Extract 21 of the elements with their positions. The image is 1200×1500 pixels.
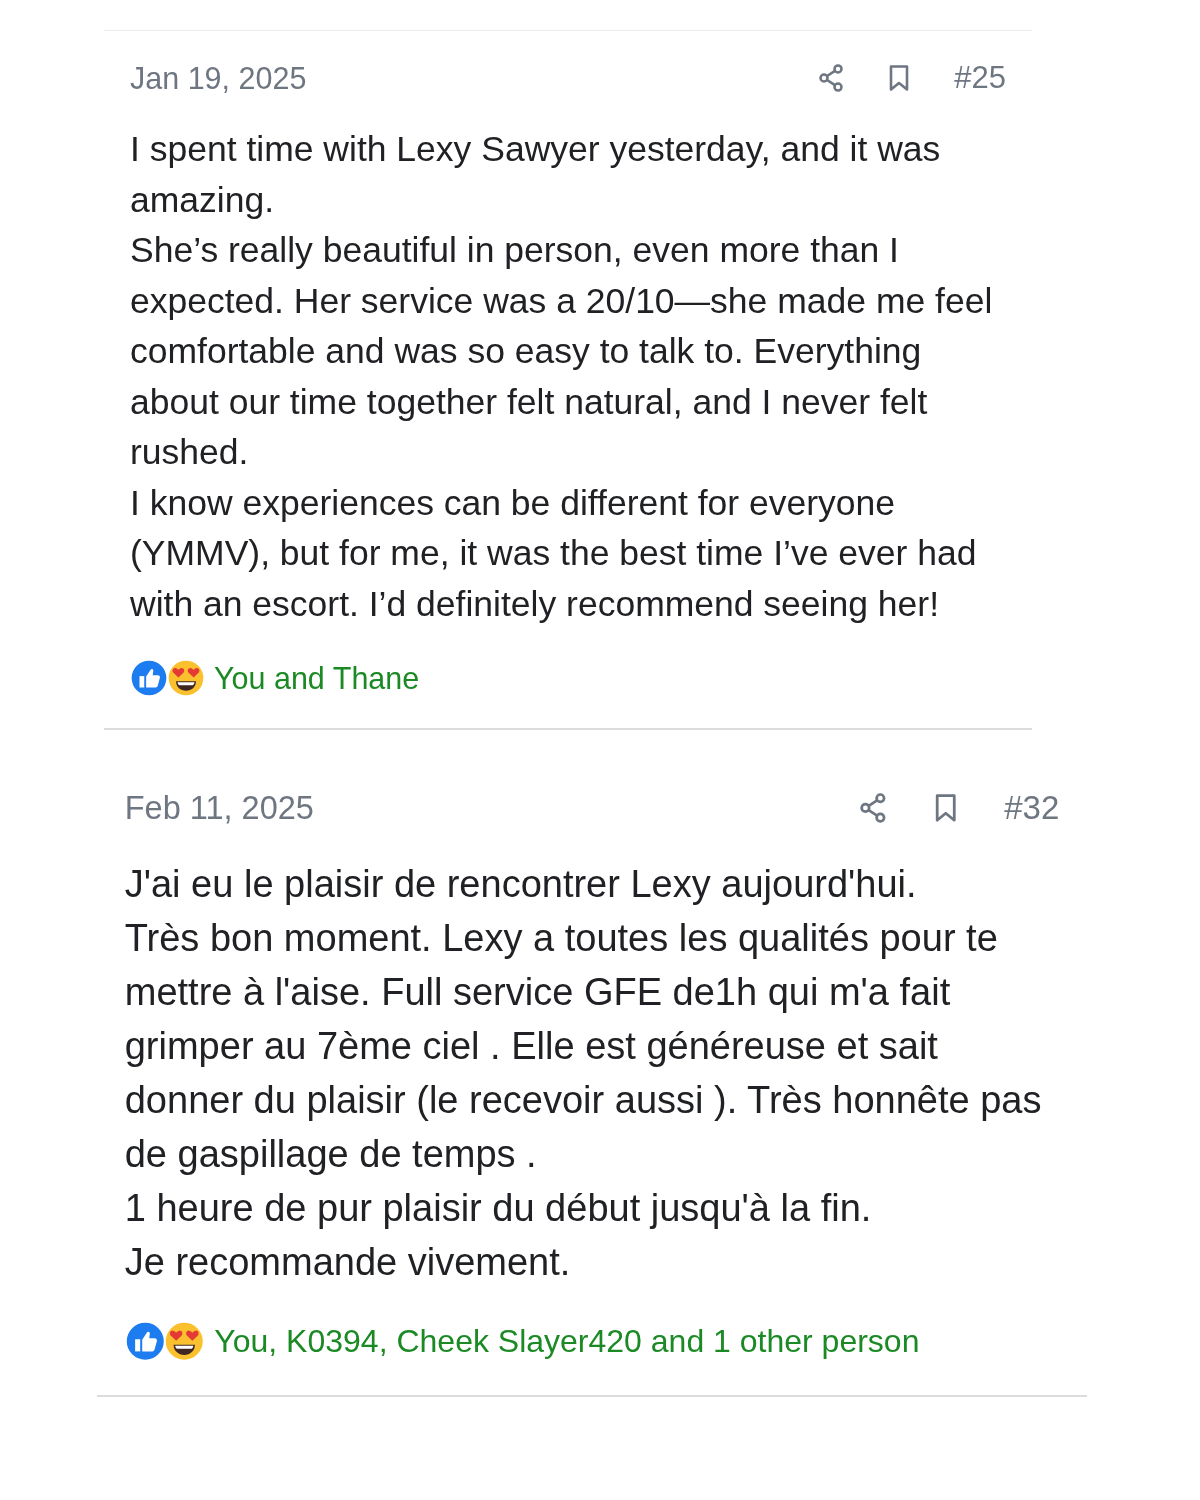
post-date[interactable]: Jan 19, 2025 (130, 59, 307, 97)
post-paragraph: Très bon moment. Lexy a toutes les qualités pour te mettre à l'aise. Full service GFE de1h qui m'a fait grimper au 7ème ciel . Elle est généreuse et sait donner du plaisir (le recevoir aussi ). Très honnête pas de gaspillage de temps . (124, 916, 1043, 1178)
post-date[interactable]: Feb 11, 2025 (124, 788, 314, 828)
heart-eyes-emoji-icon (167, 659, 205, 697)
post-paragraph: I know experiences can be different for everyone (YMMV), but for me, it was the best time I’ve ever had with an escort. I’d definitely recommend seeing her! (130, 481, 978, 626)
thumbs-up-reaction-icon (130, 659, 168, 697)
heart-eyes-emoji-icon (164, 1321, 205, 1362)
thumbs-up-reaction-icon (124, 1321, 166, 1362)
post-paragraph: Je recommande vivement. (124, 1240, 572, 1286)
reactions-link[interactable]: You and Thane (214, 659, 420, 697)
post-paragraph: I spent time with Lexy Sawyer yesterday, and it was amazing. (130, 128, 942, 222)
post-paragraph: 1 heure de pur plaisir du début jusqu'à la fin. (124, 1186, 873, 1232)
bookmark-icon[interactable] (888, 64, 911, 92)
share-icon[interactable] (859, 793, 887, 824)
post-number[interactable]: #25 (954, 59, 1006, 97)
share-icon[interactable] (818, 64, 845, 92)
post-paragraph: J'ai eu le plaisir de rencontrer Lexy aujourd'hui. (124, 862, 918, 908)
post-number[interactable]: #32 (1004, 788, 1060, 828)
reactions-link[interactable]: You, K0394, Cheek Slayer420 and 1 other person (214, 1322, 920, 1361)
bookmark-icon[interactable] (933, 793, 958, 824)
post-paragraph: She’s really beautiful in person, even more than I expected. Her service was a 20/10—she made me feel comfortable and was so easy to talk to. Everything about our time together felt natural, and I never felt rushed. (130, 229, 994, 474)
